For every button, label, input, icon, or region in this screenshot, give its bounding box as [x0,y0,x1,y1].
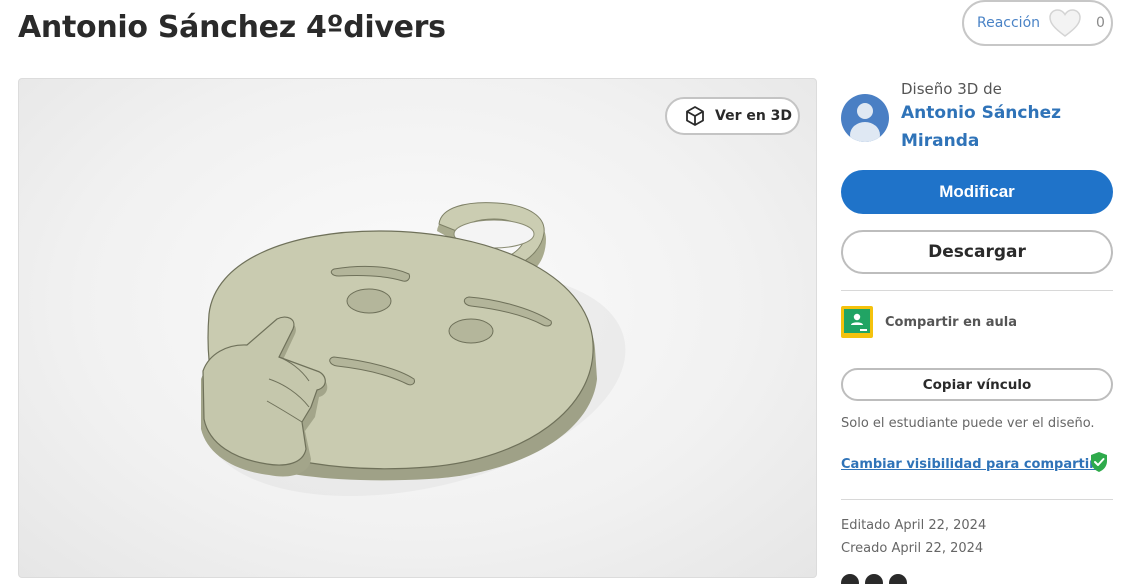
download-button[interactable]: Descargar [841,230,1113,274]
author-block: Diseño 3D de Antonio Sánchez Miranda [841,78,1113,155]
shield-check-icon [1091,452,1107,472]
created-date: Creado April 22, 2024 [841,541,984,556]
more-options-icon[interactable] [841,574,913,584]
model-render [201,202,626,497]
heart-outline-icon [1048,8,1082,38]
edited-date: Editado April 22, 2024 [841,518,987,533]
divider [841,499,1113,500]
author-name-link[interactable]: Antonio Sánchez Miranda [901,99,1061,155]
view-in-3d-button[interactable]: Ver en 3D [665,97,800,135]
change-visibility-link[interactable]: Cambiar visibilidad para compartir [841,457,1096,472]
cube-icon [686,106,704,126]
reaction-button[interactable]: Reacción 0 [962,0,1113,46]
share-classroom-label: Compartir en aula [885,314,1017,330]
visibility-note: Solo el estudiante puede ver el diseño. [841,416,1095,431]
share-classroom-button[interactable]: Compartir en aula [841,306,1017,338]
reaction-count: 0 [1096,15,1105,31]
design-by-label: Diseño 3D de [901,80,1002,98]
reaction-label: Reacción [977,15,1041,31]
sidebar-panel: Diseño 3D de Antonio Sánchez Miranda Mod… [841,78,1113,584]
copy-link-button[interactable]: Copiar vínculo [841,368,1113,401]
modify-button[interactable]: Modificar [841,170,1113,214]
divider [841,290,1113,291]
page-title: Antonio Sánchez 4ºdivers [18,10,446,45]
google-classroom-icon [841,306,873,338]
view-in-3d-label: Ver en 3D [715,108,793,124]
model-viewer[interactable]: Ver en 3D [18,78,817,578]
user-avatar-icon[interactable] [841,94,889,142]
